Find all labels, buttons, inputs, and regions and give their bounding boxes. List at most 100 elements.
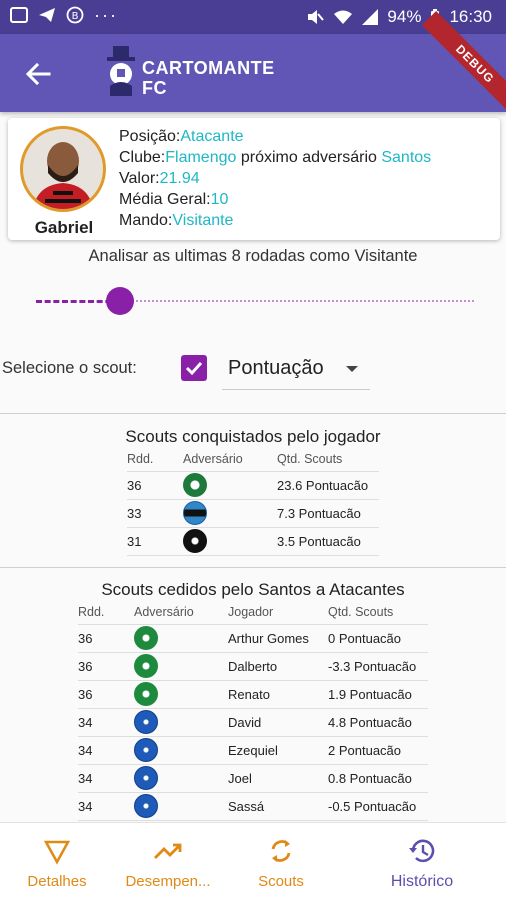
table-row: 36 23.6 Pontuacão [127, 471, 379, 500]
nav-label: Desempen... [125, 873, 211, 890]
home-away-value: Visitante [172, 212, 234, 229]
table-row: 34 Ezequiel 2 Pontuacão [78, 736, 428, 765]
round-cell: 31 [127, 527, 183, 556]
opponent-crest-cell [134, 736, 228, 765]
conceded-title: Scouts cedidos pelo Santos a Atacantes [101, 580, 405, 599]
check-icon [185, 361, 203, 376]
gremio-crest-icon [183, 501, 207, 525]
header-qty: Qtd. Scouts [328, 601, 428, 625]
table-row: 34 Joel 0.8 Pontuacão [78, 764, 428, 793]
qty-cell: 1.9 Pontuacão [328, 680, 428, 709]
app-bar: CARTOMANTE FC DEBUG [0, 10, 506, 118]
chape-crest-icon [134, 682, 158, 706]
player-cell: David [228, 708, 328, 737]
back-arrow-icon[interactable] [22, 58, 54, 90]
table-row: 33 7.3 Pontuacão [127, 499, 379, 528]
cruzeiro-crest-icon [134, 738, 158, 762]
signal-icon [362, 9, 379, 25]
telegram-notification-icon [39, 8, 55, 22]
position-value: Atacante [180, 128, 244, 145]
average-value: 10 [210, 191, 229, 208]
opponent-crest-cell [183, 527, 277, 556]
cruzeiro-crest-icon [134, 766, 158, 790]
round-cell: 34 [78, 764, 134, 793]
divider [0, 413, 506, 414]
qty-cell: 3.5 Pontuacão [277, 527, 379, 556]
player-cell: Ezequiel [228, 736, 328, 765]
opponent-crest-cell [134, 708, 228, 737]
conquered-title: Scouts conquistados pelo jogador [125, 427, 381, 446]
nav-item-scouts[interactable]: Scouts [218, 823, 344, 900]
nav-label: Histórico [390, 873, 454, 890]
opponent-crest-cell [134, 764, 228, 793]
gallery-notification-icon [10, 7, 28, 23]
player-info: Posição:Atacante Clube:Flamengo próximo … [119, 126, 431, 231]
header-opponent: Adversário [134, 601, 228, 625]
slider-thumb[interactable] [106, 287, 134, 315]
nav-item-historico[interactable]: Histórico [359, 823, 485, 900]
position-label: Posição: [119, 128, 181, 145]
header-round: Rdd. [127, 448, 183, 472]
next-opponent-value: Santos [381, 149, 432, 166]
logo-line1: CARTOMANTE [142, 58, 275, 78]
chape-crest-icon [134, 654, 158, 678]
dropdown-arrow-icon [346, 366, 358, 372]
header-player: Jogador [228, 601, 328, 625]
cruzeiro-crest-icon [134, 710, 158, 734]
header-opponent: Adversário [183, 448, 277, 472]
table-header-row: Rdd. Adversário Jogador Qtd. Scouts [78, 601, 428, 625]
header-round: Rdd. [78, 601, 134, 625]
table-row: 36 Renato 1.9 Pontuacão [78, 680, 428, 709]
scout-dropdown[interactable]: Pontuação [222, 352, 370, 390]
round-cell: 33 [127, 499, 183, 528]
table-header-row: Rdd. Adversário Qtd. Scouts [127, 448, 379, 472]
nav-item-detalhes[interactable]: Detalhes [0, 823, 120, 900]
round-cell: 36 [127, 471, 183, 500]
qty-cell: -0.5 Pontuacão [328, 792, 428, 821]
nav-label: Scouts [258, 873, 304, 890]
player-cell: Sassá [228, 792, 328, 821]
nav-item-desempenho[interactable]: Desempen... [105, 823, 231, 900]
qty-cell: 23.6 Pontuacão [277, 471, 379, 500]
conceded-table: Rdd. Adversário Jogador Qtd. Scouts 36 Ar… [78, 601, 428, 821]
table-row: 34 David 4.8 Pontuacão [78, 708, 428, 737]
svg-text:B: B [72, 11, 79, 22]
slider-inactive-track [120, 300, 474, 302]
player-avatar [20, 126, 106, 212]
logo-line2: FC [142, 78, 167, 98]
player-cell: Renato [228, 680, 328, 709]
table-row: 36 Dalberto -3.3 Pontuacão [78, 652, 428, 681]
divider [0, 567, 506, 568]
cruzeiro-crest-icon [134, 794, 158, 818]
opponent-crest-cell [134, 624, 228, 653]
value-value: 21.94 [159, 170, 200, 187]
nav-label: Detalhes [27, 873, 87, 890]
qty-cell: 0 Pontuacão [328, 624, 428, 653]
qty-cell: 4.8 Pontuacão [328, 708, 428, 737]
scout-checkbox[interactable] [181, 355, 207, 381]
player-cell: Arthur Gomes [228, 624, 328, 653]
clock: 16:30 [449, 7, 492, 26]
qty-cell: 0.8 Pontuacão [328, 764, 428, 793]
palmeiras-crest-icon [183, 473, 207, 497]
bottom-navigation: Detalhes Desempen... Scouts Histórico [0, 822, 506, 900]
more-notifications-icon: ··· [94, 5, 118, 25]
opponent-crest-cell [134, 652, 228, 681]
mute-icon [308, 10, 325, 24]
table-row: 31 3.5 Pontuacão [127, 527, 379, 556]
home-away-label: Mando: [119, 212, 173, 229]
qty-cell: -3.3 Pontuacão [328, 652, 428, 681]
opponent-crest-cell [134, 680, 228, 709]
triangle-down-icon [43, 840, 71, 865]
wifi-icon [334, 10, 353, 24]
rounds-slider[interactable] [36, 286, 474, 316]
club-label: Clube: [119, 149, 166, 166]
player-card: Gabriel Posição:Atacante Clube:Flamengo … [8, 118, 500, 240]
player-name: Gabriel [34, 218, 94, 237]
opponent-crest-cell [134, 792, 228, 821]
cartomante-logo-icon [107, 46, 135, 96]
value-label: Valor: [119, 170, 160, 187]
round-cell: 34 [78, 792, 134, 821]
round-cell: 36 [78, 680, 134, 709]
opponent-crest-cell [183, 471, 277, 500]
